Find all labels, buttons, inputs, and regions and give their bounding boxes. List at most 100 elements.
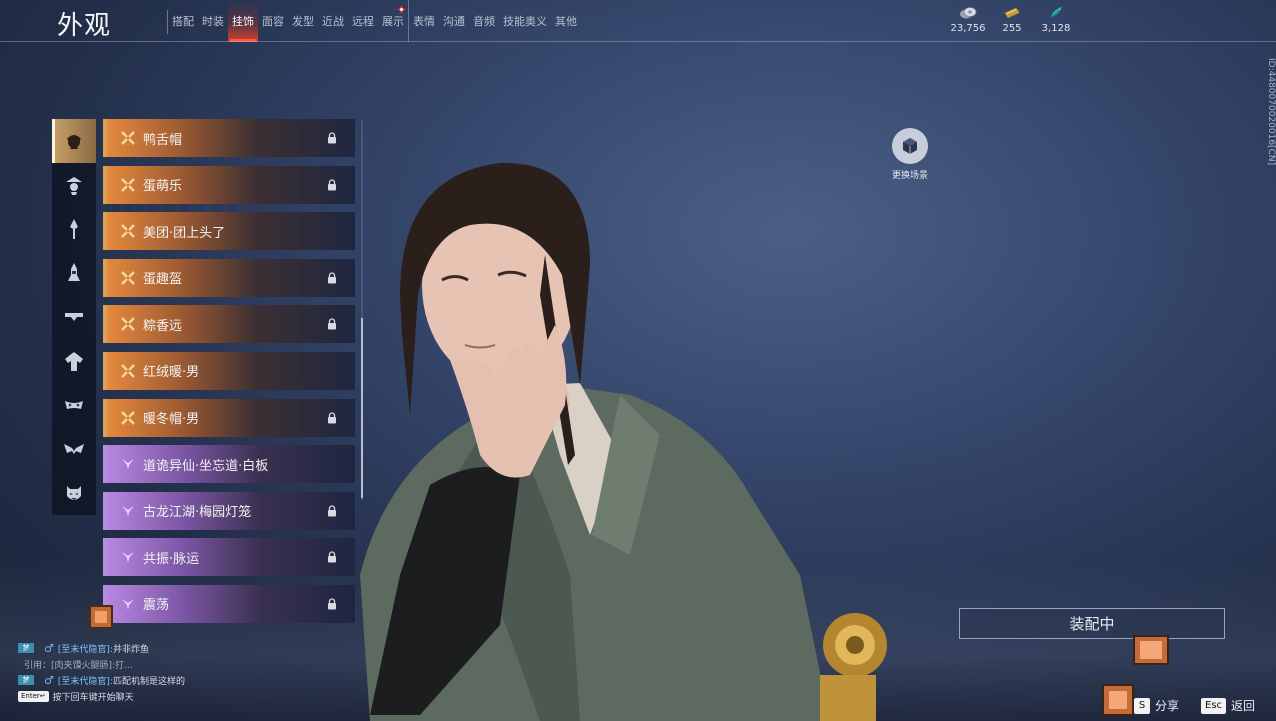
tab-audio[interactable]: 音频 — [469, 0, 499, 42]
chat-quote: 引用：[肉夹馍火腿肠]:打... — [24, 660, 133, 671]
share-button[interactable]: S 分享 — [1134, 697, 1179, 714]
hat-icon — [66, 177, 82, 195]
chat-panel[interactable]: 梦 ♂ [至末代隐官]: 并非炸鱼 引用：[肉夹馍火腿肠]:打... 梦 ♂ [… — [18, 640, 338, 704]
rarity-purple-icon — [122, 505, 134, 517]
tab-face[interactable]: 面容 — [258, 0, 288, 42]
list-item[interactable]: 粽香远 — [103, 305, 355, 344]
rarity-orange-icon — [121, 364, 135, 378]
share-label: 分享 — [1155, 699, 1180, 713]
tab-strip: 搭配 时装 挂饰 面容 发型 近战 远程 展示 表情 沟通 音频 技能奥义 其他 — [168, 0, 581, 42]
chat-channel-badge: 梦 — [18, 675, 34, 685]
list-item[interactable]: 古龙江湖·梅园灯笼 — [103, 491, 355, 530]
item-label: 鸭舌帽 — [143, 132, 183, 148]
chat-text: 匹配机制是这样的 — [112, 676, 185, 687]
currency-bar: 23,756 255 3,128 — [946, 6, 1078, 34]
top-divider — [0, 41, 1276, 42]
item-label: 道诡异仙·坐忘道·白板 — [143, 458, 269, 474]
gold-weapon-ornament — [820, 613, 887, 721]
item-label: 红绒暖·男 — [143, 365, 200, 381]
currency-silver-value: 23,756 — [950, 23, 986, 34]
face-mask-icon — [65, 401, 83, 409]
tab-display[interactable]: 展示 — [378, 0, 408, 42]
character-model[interactable] — [330, 155, 890, 721]
change-scene-label: 更换场景 — [891, 171, 928, 181]
currency-ticket: 255 — [990, 6, 1034, 34]
tab-other[interactable]: 其他 — [551, 0, 581, 42]
list-item[interactable]: 鸭舌帽 — [103, 119, 355, 157]
rarity-orange-icon — [121, 410, 135, 425]
list-item[interactable]: 美团·团上头了 — [103, 212, 355, 251]
lock-icon — [328, 132, 336, 144]
chat-channel-badge: 梦 — [18, 643, 34, 653]
tab-skill-ultimate[interactable]: 技能奥义 — [499, 0, 551, 42]
item-label: 蛋趣盔 — [143, 272, 183, 288]
category-back-ornament[interactable] — [52, 251, 96, 295]
ticket-icon — [1004, 7, 1020, 18]
change-scene-button[interactable] — [892, 128, 928, 164]
tab-display-label: 展示 — [382, 15, 404, 28]
tab-hair[interactable]: 发型 — [288, 0, 318, 42]
item-label: 古龙江湖·梅园灯笼 — [143, 505, 252, 521]
category-eye-mask[interactable] — [52, 427, 96, 471]
chat-message: 梦 ♂ [至末代隐官]: 匹配机制是这样的 — [18, 672, 338, 688]
tab-fashion[interactable]: 时装 — [198, 0, 228, 42]
enter-key-icon: Enter↵ — [18, 690, 49, 702]
back-ornament-icon — [68, 263, 80, 281]
currency-silver: 23,756 — [946, 6, 990, 34]
chat-input-hint[interactable]: Enter↵ 按下回车键开始聊天 — [18, 688, 338, 704]
silver-coin-icon — [960, 7, 977, 19]
tab-emote[interactable]: 表情 — [408, 0, 439, 42]
category-hairpin[interactable] — [52, 207, 96, 251]
chat-text: 并非炸鱼 — [112, 644, 149, 655]
headwear-icon — [67, 135, 81, 149]
chat-quote-line: 引用：[肉夹馍火腿肠]:打... — [18, 656, 338, 672]
category-demon-mask[interactable] — [52, 471, 96, 515]
tab-ranged[interactable]: 远程 — [348, 0, 378, 42]
item-label: 美团·团上头了 — [143, 225, 226, 241]
category-hat[interactable] — [52, 163, 96, 207]
list-item[interactable]: 道诡异仙·坐忘道·白板 — [103, 445, 355, 484]
alert-dot-icon — [397, 5, 406, 14]
currency-ticket-value: 255 — [1002, 23, 1022, 34]
rarity-orange-icon — [121, 270, 135, 285]
back-button[interactable]: Esc 返回 — [1201, 697, 1255, 714]
rarity-orange-icon — [121, 317, 135, 332]
accessory-list: 鸭舌帽 蛋萌乐 美团·团上头了 蛋趣盔 粽香远 红绒暖·男 暖冬帽·男 道诡异仙… — [103, 119, 355, 632]
rarity-orange-icon — [121, 177, 135, 192]
list-item[interactable]: 蛋萌乐 — [103, 165, 355, 204]
tab-accessories[interactable]: 挂饰 — [228, 0, 258, 42]
list-item[interactable]: 震荡 — [103, 584, 355, 623]
hairpin-icon — [70, 219, 78, 239]
chat-message: 梦 ♂ [至末代隐官]: 并非炸鱼 — [18, 640, 338, 656]
tab-melee[interactable]: 近战 — [318, 0, 348, 42]
category-waist[interactable] — [52, 295, 96, 339]
item-label: 震荡 — [143, 598, 170, 614]
rarity-purple-icon — [122, 598, 134, 610]
item-label: 蛋萌乐 — [143, 179, 183, 195]
rarity-purple-icon — [122, 459, 134, 471]
demon-mask-icon — [67, 486, 81, 500]
list-item[interactable]: 共振·脉运 — [103, 538, 355, 577]
list-item[interactable]: 蛋趣盔 — [103, 258, 355, 297]
tab-outfit[interactable]: 搭配 — [168, 0, 198, 42]
male-icon: ♂ — [44, 673, 54, 687]
currency-feather-value: 3,128 — [1041, 23, 1071, 34]
cape-icon — [65, 352, 83, 371]
list-item[interactable]: 红绒暖·男 — [103, 351, 355, 390]
list-item[interactable]: 暖冬帽·男 — [103, 398, 355, 437]
rarity-orange-icon — [121, 131, 135, 145]
category-headwear[interactable] — [52, 119, 96, 163]
top-bar: 外观 搭配 时装 挂饰 面容 发型 近战 远程 展示 表情 沟通 音频 技能奥义… — [0, 0, 1276, 42]
rarity-orange-icon — [121, 224, 135, 239]
category-face-mask[interactable] — [52, 383, 96, 427]
category-cape[interactable] — [52, 339, 96, 383]
player-id-text: ID:4480070020016[CN] — [1266, 58, 1276, 166]
equipped-button[interactable]: 装配中 — [959, 608, 1225, 639]
chat-sender[interactable]: [至末代隐官]: — [58, 642, 113, 655]
chat-sender[interactable]: [至末代隐官]: — [58, 674, 113, 687]
tab-communicate[interactable]: 沟通 — [439, 0, 469, 42]
waist-icon — [65, 313, 83, 321]
share-key: S — [1134, 697, 1150, 714]
eye-mask-icon — [64, 444, 84, 454]
feather-icon — [1049, 6, 1063, 20]
